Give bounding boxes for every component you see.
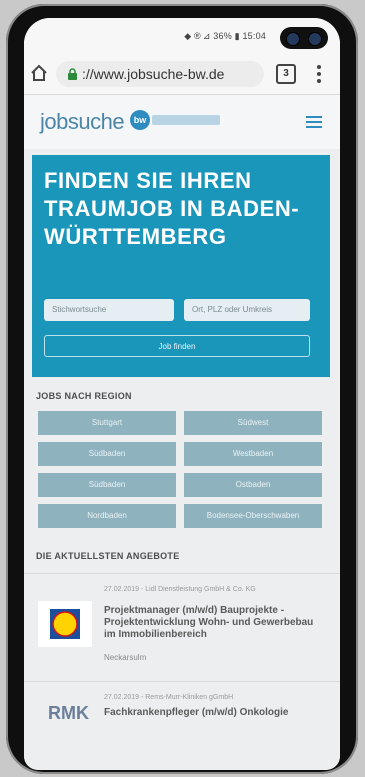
region-button[interactable]: Südwest [184, 411, 322, 435]
location-search-input[interactable]: Ort, PLZ oder Umkreis [184, 299, 310, 321]
region-button[interactable]: Südbaden [38, 473, 176, 497]
address-bar[interactable]: ://www.jobsuche-bw.de [56, 61, 264, 87]
url-text: ://www.jobsuche-bw.de [82, 66, 225, 82]
web-page: jobsuche bw FINDEN SIE IHREN TRAUMJOB IN… [24, 95, 340, 770]
divider [24, 681, 340, 682]
tab-switcher-icon[interactable]: 3 [276, 64, 296, 84]
status-text: ◆ ® ⊿ 36% ▮ 15:04 [184, 31, 266, 41]
region-button[interactable]: Bodensee-Oberschwaben [184, 504, 322, 528]
status-bar: ◆ ® ⊿ 36% ▮ 15:04 [24, 18, 340, 54]
company-logo [38, 601, 92, 647]
listing-title[interactable]: Projektmanager (m/w/d) Bauprojekte - Pro… [104, 605, 326, 641]
offers-heading: DIE AKTUELLSTEN ANGEBOTE [36, 551, 180, 561]
keyword-search-input[interactable]: Stichwortsuche [44, 299, 174, 321]
region-button[interactable]: Nordbaden [38, 504, 176, 528]
region-button[interactable]: Stuttgart [38, 411, 176, 435]
camera-lens-icon [286, 32, 300, 46]
region-button[interactable]: Ostbaden [184, 473, 322, 497]
find-job-button[interactable]: Job finden [44, 335, 310, 357]
company-logo: RMK [38, 699, 92, 729]
lidl-logo-icon [50, 609, 80, 639]
hero-search-box: FINDEN SIE IHREN TRAUMJOB IN BADEN-WÜRTT… [32, 155, 330, 377]
home-icon[interactable] [30, 64, 48, 82]
listing-title[interactable]: Fachkrankenpfleger (m/w/d) Onkologie [104, 707, 326, 719]
divider [24, 573, 340, 574]
listing-meta: 27.02.2019 - Lidl Dienstleistung GmbH & … [104, 586, 256, 593]
site-logo[interactable]: jobsuche [40, 109, 125, 135]
listing-location: Neckarsulm [104, 653, 147, 662]
region-button[interactable]: Westbaden [184, 442, 322, 466]
regions-heading: JOBS NACH REGION [36, 391, 132, 401]
phone-frame: ◆ ® ⊿ 36% ▮ 15:04 ://www.jobsuche-bw.de … [6, 4, 358, 774]
screen: ◆ ® ⊿ 36% ▮ 15:04 ://www.jobsuche-bw.de … [24, 18, 340, 770]
region-button[interactable]: Südbaden [38, 442, 176, 466]
hamburger-menu-icon[interactable] [306, 116, 322, 128]
camera-lens-icon [308, 32, 322, 46]
logo-tagline [152, 115, 220, 125]
front-camera-cutout [280, 27, 328, 49]
listing-meta: 27.02.2019 - Rems-Murr-Kliniken gGmbH [104, 694, 234, 701]
browser-toolbar: ://www.jobsuche-bw.de 3 [24, 54, 340, 95]
more-options-icon[interactable] [316, 64, 322, 84]
hero-title: FINDEN SIE IHREN TRAUMJOB IN BADEN-WÜRTT… [44, 168, 300, 249]
rmk-logo-text: RMK [48, 703, 89, 723]
logo-badge: bw [130, 110, 150, 130]
site-header: jobsuche bw [24, 95, 340, 149]
lock-icon [68, 68, 77, 80]
